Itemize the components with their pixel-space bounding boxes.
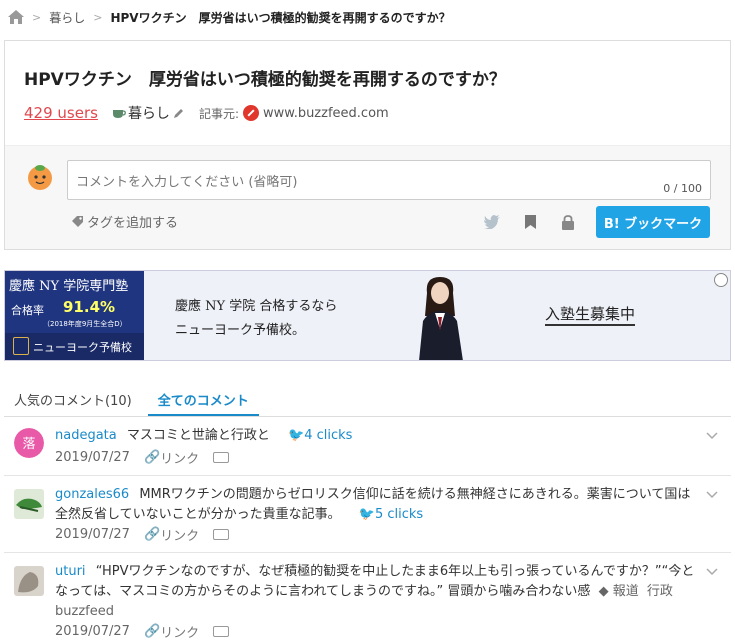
link-label: リンク (160, 452, 200, 467)
comment-date[interactable]: 2019/07/27 (55, 624, 130, 639)
comment-item: uturi “HPVワクチンなのですが、なぜ積極的勧奨を中止したまま6年以上も引… (4, 554, 731, 644)
ad-line2: ニューヨーク予備校。 (175, 323, 306, 338)
comment-username[interactable]: gonzales66 (55, 487, 129, 502)
ad-rate-label: 合格率 (11, 304, 44, 317)
user-avatar (28, 165, 52, 190)
entry-meta: 429 users 暮らし 記事元: www.buzzfeed.com (24, 103, 389, 123)
add-tag-label: タグを追加する (87, 216, 179, 231)
avatar[interactable] (14, 489, 44, 519)
twitter-icon: 🐦 (288, 428, 305, 443)
link-icon: 🔗 (143, 527, 161, 542)
entry-title[interactable]: HPVワクチン 厚労省はいつ積極的勧奨を再開するのですか？ (24, 65, 506, 90)
comment-footer: 2019/07/27 🔗 リンク (55, 448, 230, 467)
clicks-link[interactable]: 🐦5 clicks (359, 507, 423, 522)
lock-icon[interactable] (558, 212, 578, 232)
source-label: 記事元: (198, 106, 239, 121)
ad-banner[interactable]: 慶應 NY 学院専門塾 合格率 91.4% （2018年度9月生全合D） ニュー… (4, 270, 731, 361)
comment-text: マスコミと世論と行政と (126, 428, 270, 443)
comment-tag[interactable]: ◆ 報道 (599, 584, 639, 599)
svg-text:落: 落 (22, 437, 35, 452)
char-counter: 0 / 100 (663, 182, 702, 195)
favicon-icon (242, 105, 259, 121)
comment-form: コメントを入力してください (省略可) 0 / 100 タグを追加する B! ブ… (5, 145, 730, 249)
link-icon: 🔗 (143, 624, 161, 639)
comment-body: uturi “HPVワクチンなのですが、なぜ積極的勧奨を中止したまま6年以上も引… (55, 562, 695, 622)
add-tag-button[interactable]: タグを追加する (71, 212, 178, 231)
ad-left-panel: 慶應 NY 学院専門塾 合格率 91.4% （2018年度9月生全合D） ニュー… (5, 271, 144, 360)
teacup-icon (112, 110, 126, 118)
avatar[interactable] (14, 566, 44, 596)
link-button[interactable]: 🔗 リンク (144, 525, 199, 544)
avatar[interactable]: 落 (14, 428, 44, 458)
embed-icon[interactable] (213, 529, 230, 540)
users-count-link[interactable]: 429 users (24, 104, 98, 122)
comment-tabs: 人気のコメント(10) 全てのコメント (4, 380, 731, 417)
comment-tag[interactable]: 行政 (647, 584, 673, 599)
source-domain-link[interactable]: www.buzzfeed.com (263, 106, 389, 121)
link-button[interactable]: 🔗 リンク (144, 448, 199, 467)
ad-brand-bar: ニューヨーク予備校 (5, 333, 144, 360)
chevron-down-icon[interactable] (705, 487, 719, 501)
tab-popular-comments[interactable]: 人気のコメント(10) (4, 380, 142, 416)
link-button[interactable]: 🔗 リンク (144, 622, 199, 641)
category-link[interactable]: 暮らし (112, 103, 187, 123)
ad-cta: 入塾生募集中 (545, 303, 636, 326)
twitter-icon: 🐦 (358, 507, 375, 522)
embed-icon[interactable] (213, 626, 230, 637)
comment-item: 落 nadegata マスコミと世論と行政と 🐦4 clicks 2019/07… (4, 418, 731, 476)
comment-footer: 2019/07/27 🔗 リンク (55, 622, 230, 641)
clicks-count: 4 clicks (304, 428, 353, 443)
pencil-icon[interactable] (173, 107, 185, 119)
ad-student-figure (419, 277, 463, 360)
adchoices-icon[interactable] (714, 273, 728, 287)
tag-icon: ◆ (598, 584, 609, 599)
ad-rate: 91.4% (63, 298, 116, 316)
link-label: リンク (160, 626, 200, 641)
comment-tag[interactable]: buzzfeed (55, 604, 114, 619)
comment-body: nadegata マスコミと世論と行政と 🐦4 clicks (55, 426, 695, 446)
tag-icon (72, 216, 83, 227)
comment-footer: 2019/07/27 🔗 リンク (55, 525, 230, 544)
comment-placeholder: コメントを入力してください (省略可) (76, 175, 298, 190)
clicks-count: 5 clicks (374, 507, 424, 522)
ad-school-name: 慶應 NY 学院専門塾 (9, 279, 129, 294)
tag-label: 報道 (612, 584, 639, 599)
twitter-icon[interactable] (482, 212, 502, 232)
breadcrumb: > 暮らし > HPVワクチン 厚労省はいつ積極的勧奨を再開するのですか？ (8, 8, 451, 26)
link-label: リンク (160, 529, 200, 544)
chevron-right-icon: > (93, 10, 103, 24)
tab-all-comments[interactable]: 全てのコメント (147, 380, 259, 416)
ad-brand: ニューヨーク予備校 (33, 341, 132, 354)
comment-date[interactable]: 2019/07/27 (55, 527, 130, 542)
entry-card: HPVワクチン 厚労省はいつ積極的勧奨を再開するのですか？ 429 users … (4, 40, 731, 250)
crest-icon (13, 337, 29, 355)
breadcrumb-current: HPVワクチン 厚労省はいつ積極的勧奨を再開するのですか？ (110, 10, 451, 25)
chevron-down-icon[interactable] (705, 564, 719, 578)
breadcrumb-category[interactable]: 暮らし (49, 9, 85, 26)
link-icon: 🔗 (143, 450, 161, 465)
category-label: 暮らし (127, 106, 170, 122)
comment-input[interactable]: コメントを入力してください (省略可) 0 / 100 (67, 160, 711, 200)
bookmark-flag-icon[interactable] (520, 212, 540, 232)
embed-icon[interactable] (213, 452, 230, 463)
clicks-link[interactable]: 🐦4 clicks (288, 428, 352, 443)
comment-body: gonzales66 MMRワクチンの問題からゼロリスク信仰に話を続ける無神経さ… (55, 485, 695, 525)
comment-item: gonzales66 MMRワクチンの問題からゼロリスク信仰に話を続ける無神経さ… (4, 477, 731, 553)
comment-date[interactable]: 2019/07/27 (55, 450, 130, 465)
bookmark-button[interactable]: B! ブックマーク (596, 206, 710, 238)
ad-note: （2018年度9月生全合D） (43, 320, 127, 328)
chevron-down-icon[interactable] (705, 428, 719, 442)
comment-username[interactable]: nadegata (55, 428, 117, 443)
ad-line1: 慶應 NY 学院 合格するなら (175, 299, 338, 314)
share-tools: B! ブックマーク (482, 206, 710, 238)
comment-username[interactable]: uturi (55, 564, 86, 579)
chevron-right-icon: > (32, 10, 42, 24)
ad-copy: 慶應 NY 学院 合格するなら ニューヨーク予備校。 (175, 295, 337, 343)
home-icon[interactable] (8, 10, 24, 24)
